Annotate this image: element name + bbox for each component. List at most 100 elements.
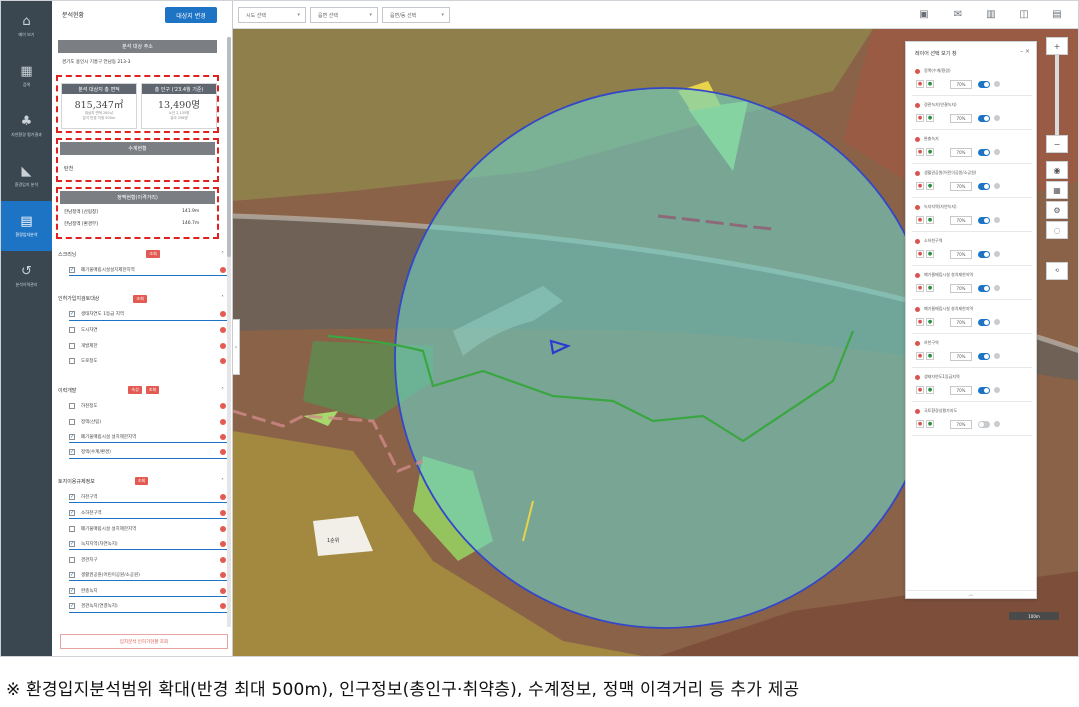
- layer-settings-icon[interactable]: [994, 387, 1000, 393]
- zoom-slider[interactable]: [1055, 55, 1059, 135]
- printer-icon[interactable]: ◫: [1017, 8, 1031, 22]
- dong-select[interactable]: 읍면/동 선택 ▾: [382, 7, 450, 23]
- opacity-input[interactable]: 70%: [950, 283, 972, 293]
- layer-checkbox[interactable]: ✓: [69, 493, 75, 500]
- layer-row[interactable]: ✓ 폐기물매립시설 설치제한지역: [69, 431, 229, 444]
- layer-checkbox[interactable]: [69, 327, 75, 334]
- layer-visibility-toggle[interactable]: [978, 250, 990, 258]
- section-query-button[interactable]: 조회: [145, 386, 160, 394]
- layer-checkbox[interactable]: ✓: [69, 311, 75, 318]
- permit-status-button[interactable]: 입지분석 인허가현황 조회: [60, 634, 228, 649]
- layer-row[interactable]: 도시자연: [69, 324, 229, 336]
- rail-item-3[interactable]: ♣ 자연환경 평가결과: [1, 101, 52, 151]
- remove-layer-icon[interactable]: ●: [916, 352, 924, 360]
- remove-layer-icon[interactable]: ●: [916, 80, 924, 88]
- layer-checkbox[interactable]: [69, 358, 75, 365]
- layer-info-icon[interactable]: [220, 433, 226, 440]
- layer-settings-icon[interactable]: [994, 285, 1000, 291]
- remove-layer-icon[interactable]: ●: [916, 250, 924, 258]
- layer-visibility-toggle[interactable]: [978, 352, 990, 360]
- layer-row[interactable]: ✓ 경관녹지(연결녹지): [69, 601, 229, 613]
- rail-item-4[interactable]: ◣ 환경입지 분석: [1, 151, 52, 201]
- opacity-input[interactable]: 70%: [950, 419, 972, 429]
- remove-layer-icon[interactable]: ●: [916, 182, 924, 190]
- layer-visibility-toggle[interactable]: [978, 420, 990, 428]
- layer-info-icon[interactable]: [220, 587, 226, 594]
- rail-item-6[interactable]: ↺ 분석이력관리: [1, 251, 52, 301]
- remove-layer-icon[interactable]: ●: [916, 216, 924, 224]
- rail-item-1[interactable]: ⌂ 메이 보기: [1, 1, 52, 51]
- locate-icon[interactable]: ◉: [1046, 161, 1068, 179]
- layer-info-icon[interactable]: [220, 540, 226, 547]
- layer-row[interactable]: 개발제한: [69, 340, 229, 352]
- panel-collapse-handle[interactable]: ‹: [232, 319, 240, 375]
- layer-info-icon[interactable]: [220, 311, 226, 318]
- layer-info-icon[interactable]: [220, 418, 226, 425]
- layer-info-icon[interactable]: [220, 525, 226, 532]
- layer-info-icon[interactable]: [220, 603, 226, 610]
- layer-row[interactable]: 경관지구: [69, 554, 229, 566]
- layer-info-icon[interactable]: [220, 493, 226, 500]
- layer-checkbox[interactable]: ✓: [69, 449, 75, 456]
- remove-layer-icon[interactable]: ●: [916, 318, 924, 326]
- sido-select[interactable]: 시도 선택 ▾: [238, 7, 306, 23]
- opacity-input[interactable]: 70%: [950, 113, 972, 123]
- layer-row[interactable]: ✓ 생활권공원(어린이공원/소공원): [69, 569, 229, 582]
- add-layer-icon[interactable]: ●: [926, 182, 934, 190]
- opacity-input[interactable]: 70%: [950, 317, 972, 327]
- layer-settings-icon[interactable]: [994, 353, 1000, 359]
- legend-collapse-icon[interactable]: ︿: [906, 590, 1036, 598]
- panel-scroll-thumb[interactable]: [227, 37, 231, 257]
- print-icon[interactable]: ▣: [917, 8, 931, 22]
- remove-layer-icon[interactable]: ●: [916, 420, 924, 428]
- layer-visibility-toggle[interactable]: [978, 216, 990, 224]
- layer-visibility-toggle[interactable]: [978, 80, 990, 88]
- add-layer-icon[interactable]: ●: [926, 352, 934, 360]
- layer-row[interactable]: 하천정도: [69, 400, 229, 412]
- layer-settings-icon[interactable]: [994, 319, 1000, 325]
- chevron-up-icon[interactable]: ˄: [221, 251, 224, 258]
- layer-info-icon[interactable]: [220, 509, 226, 516]
- close-icon[interactable]: – ×: [1020, 48, 1030, 55]
- layer-settings-icon[interactable]: [994, 183, 1000, 189]
- opacity-input[interactable]: 70%: [950, 181, 972, 191]
- layer-settings-icon[interactable]: [994, 251, 1000, 257]
- layer-settings-icon[interactable]: [994, 149, 1000, 155]
- layer-row[interactable]: ✓ 녹지지역(자연녹지): [69, 538, 229, 551]
- layer-visibility-toggle[interactable]: [978, 182, 990, 190]
- layer-visibility-toggle[interactable]: [978, 114, 990, 122]
- settings-icon[interactable]: ⚙: [1046, 201, 1068, 219]
- eupmyeon-select[interactable]: 읍면 선택 ▾: [310, 7, 378, 23]
- add-layer-icon[interactable]: ●: [926, 114, 934, 122]
- layers-icon[interactable]: ▦: [1046, 181, 1068, 199]
- layer-row[interactable]: ✓ 완충녹지: [69, 585, 229, 597]
- layer-checkbox[interactable]: [69, 403, 75, 409]
- opacity-input[interactable]: 70%: [950, 79, 972, 89]
- layer-visibility-toggle[interactable]: [978, 284, 990, 292]
- section-query-button[interactable]: 조회: [134, 477, 149, 486]
- layer-checkbox[interactable]: ✓: [69, 571, 75, 578]
- remove-layer-icon[interactable]: ●: [916, 386, 924, 394]
- section-query-button[interactable]: 조회: [133, 294, 147, 303]
- layer-checkbox[interactable]: ✓: [69, 509, 75, 516]
- layer-row[interactable]: ✓ 정맥(수계/환경): [69, 447, 229, 459]
- add-layer-icon[interactable]: ●: [926, 216, 934, 224]
- opacity-input[interactable]: 70%: [950, 249, 972, 259]
- add-layer-icon[interactable]: ●: [926, 318, 934, 326]
- layer-section-header[interactable]: 인허가입지검토대상 조회 ˄: [58, 292, 226, 306]
- add-layer-icon[interactable]: ●: [926, 284, 934, 292]
- layer-visibility-toggle[interactable]: [978, 318, 990, 326]
- layer-settings-icon[interactable]: [994, 217, 1000, 223]
- opacity-input[interactable]: 70%: [950, 351, 972, 361]
- remove-layer-icon[interactable]: ●: [916, 148, 924, 156]
- remove-layer-icon[interactable]: ●: [916, 284, 924, 292]
- layer-section-header[interactable]: 이력개발 속성 조회 ˄: [58, 383, 226, 397]
- layer-section-header[interactable]: 스크리닝 조회 ˄: [58, 247, 226, 261]
- layer-row[interactable]: ✓ 생태자연도 1등급 지역: [69, 309, 229, 321]
- layer-row[interactable]: 정맥(산림): [69, 416, 229, 428]
- add-layer-icon[interactable]: ●: [926, 420, 934, 428]
- chevron-up-icon[interactable]: ˄: [221, 387, 224, 394]
- layer-settings-icon[interactable]: [994, 115, 1000, 121]
- layer-checkbox[interactable]: ✓: [69, 587, 75, 594]
- layout-icon[interactable]: ▤: [1050, 8, 1064, 22]
